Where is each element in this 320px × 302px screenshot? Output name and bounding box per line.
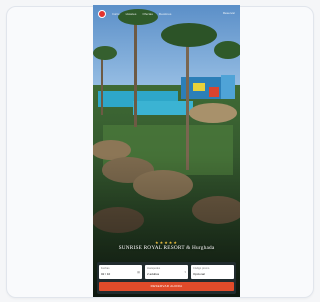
booking-widget: Fechas 02 / 10 ▦ Huéspedes 2 adultos ▾ C… [97,262,236,294]
brand-logo[interactable] [98,9,106,18]
nav-item-destinations[interactable]: Destinos [159,12,171,16]
book-menu-button[interactable]: Reservar [223,11,235,15]
promo-code-field[interactable]: Código promo Opcional [191,265,234,279]
dates-value: 02 / 10 [101,271,111,276]
nav-item-offers[interactable]: Ofertas [142,12,153,16]
resort-hero-image [93,5,240,297]
chevron-down-icon: ▾ [184,270,186,274]
calendar-icon: ▦ [137,270,140,274]
dates-field[interactable]: Fechas 02 / 10 ▦ [99,265,142,279]
book-now-button[interactable]: RESERVAR AHORA [99,282,234,291]
hotel-name-title: SUNRISE ROYAL RESORT & Hurghada [118,245,215,251]
nav-item-home[interactable]: Inicio [112,12,120,16]
guests-value: 2 adultos [147,271,160,276]
guests-field[interactable]: Huéspedes 2 adultos ▾ [145,265,188,279]
guests-label: Huéspedes [147,266,161,270]
promo-code-label: Código promo [193,266,210,270]
nav-item-hotels[interactable]: Hoteles [126,12,137,16]
promo-code-value: Opcional [193,271,205,276]
mobile-screenshot: Inicio Hoteles Ofertas Destinos Reservar… [93,5,240,297]
top-navigation-bar: Inicio Hoteles Ofertas Destinos Reservar [93,5,240,22]
dates-label: Fechas [101,266,110,270]
